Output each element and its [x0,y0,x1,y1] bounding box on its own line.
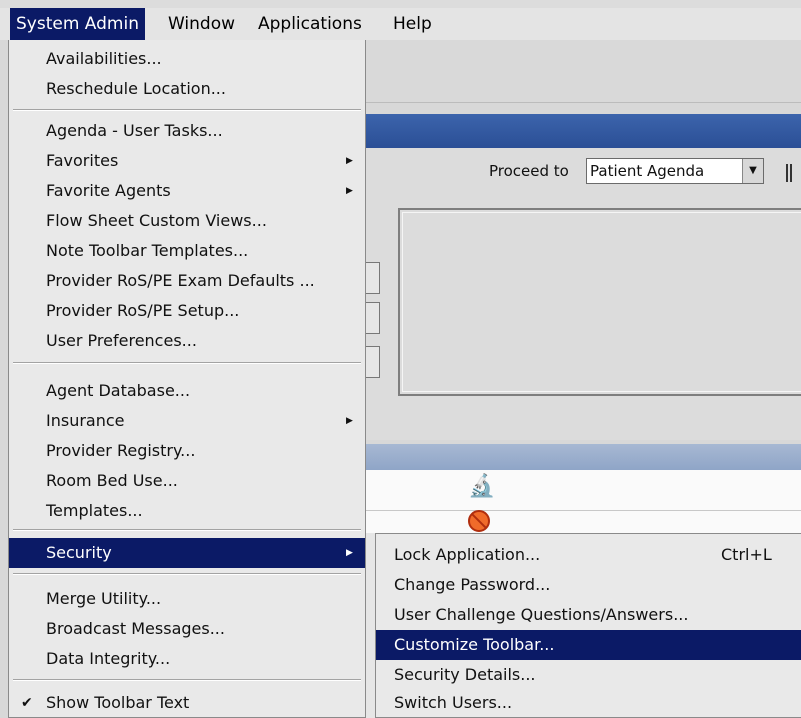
menu-item-label: Templates... [46,501,143,520]
menu-item-templates[interactable]: Templates... [9,496,365,526]
submenu-arrow-icon: ▶ [346,548,353,558]
menu-item-label: Provider RoS/PE Setup... [46,301,240,320]
menu-item-room-bed-use[interactable]: Room Bed Use... [9,466,365,496]
list-row [360,470,801,511]
menu-item-note-toolbar-templates[interactable]: Note Toolbar Templates... [9,236,365,266]
menu-separator [13,679,361,681]
app-toolbar [360,40,801,103]
menu-item-agenda-user-tasks[interactable]: Agenda - User Tasks... [9,116,365,146]
menu-item-label: Data Integrity... [46,649,171,668]
menu-item-label: Agent Database... [46,381,191,400]
menu-item-favorite-agents[interactable]: Favorite Agents ▶ [9,176,365,206]
menu-item-provider-registry[interactable]: Provider Registry... [9,436,365,466]
menu-item-user-preferences[interactable]: User Preferences... [9,326,365,356]
list-header-bar [360,444,801,470]
window-top-strip [0,0,801,8]
menu-item-merge-utility[interactable]: Merge Utility... [9,584,365,614]
microscope-icon[interactable]: 🔬 [468,474,495,499]
menu-item-label: Merge Utility... [46,589,162,608]
submenu-item-label: Lock Application... [394,545,541,564]
menu-item-label: Broadcast Messages... [46,619,225,638]
menu-item-label: Room Bed Use... [46,471,178,490]
submenu-arrow-icon: ▶ [346,416,353,426]
grip-handle-icon[interactable] [786,164,794,182]
menu-item-label: Flow Sheet Custom Views... [46,211,267,230]
panel-title-bar [360,114,801,148]
menu-item-label: Security [46,543,112,562]
submenu-arrow-icon: ▶ [346,186,353,196]
menu-item-label: Provider RoS/PE Exam Defaults ... [46,271,315,290]
menu-item-label: Show Toolbar Text [46,693,190,712]
menu-item-show-toolbar-text[interactable]: ✔ Show Toolbar Text [9,688,365,718]
proceed-to-label: Proceed to [489,162,569,180]
side-button-1[interactable] [366,262,380,294]
menu-applications[interactable]: Applications [252,8,368,40]
submenu-arrow-icon: ▶ [346,156,353,166]
submenu-item-switch-users[interactable]: Switch Users... [376,688,801,718]
menu-item-label: Favorite Agents [46,181,171,200]
menu-item-label: Note Toolbar Templates... [46,241,249,260]
chevron-down-icon[interactable]: ▼ [742,159,763,183]
menu-separator [13,573,361,575]
submenu-item-label: Security Details... [394,665,536,684]
menu-item-availabilities[interactable]: Availabilities... [9,44,365,74]
system-admin-menu: Availabilities... Reschedule Location...… [8,40,366,718]
menu-bar: System Admin Window Applications Help [0,8,801,40]
content-box-inner [402,212,801,392]
menu-item-agent-database[interactable]: Agent Database... [9,376,365,406]
submenu-item-label: Customize Toolbar... [394,635,555,654]
menu-item-label: Favorites [46,151,119,170]
side-button-3[interactable] [366,346,380,378]
checkmark-icon: ✔ [21,695,33,711]
menu-separator [13,362,361,364]
menu-system-admin[interactable]: System Admin [10,8,145,40]
security-submenu: Lock Application... Ctrl+L Change Passwo… [375,533,801,718]
shortcut-label: Ctrl+L [721,545,772,564]
menu-item-broadcast-messages[interactable]: Broadcast Messages... [9,614,365,644]
submenu-item-user-challenge-questions[interactable]: User Challenge Questions/Answers... [376,600,801,630]
menu-item-label: Reschedule Location... [46,79,226,98]
menu-separator [13,529,361,531]
menu-item-security[interactable]: Security ▶ [9,538,365,568]
prohibited-icon[interactable] [468,510,490,532]
menu-item-label: Provider Registry... [46,441,196,460]
submenu-item-change-password[interactable]: Change Password... [376,570,801,600]
proceed-to-value: Patient Agenda [590,162,705,180]
menu-item-data-integrity[interactable]: Data Integrity... [9,644,365,674]
submenu-item-label: User Challenge Questions/Answers... [394,605,689,624]
menu-item-label: User Preferences... [46,331,197,350]
menu-help[interactable]: Help [387,8,438,40]
menu-item-label: Insurance [46,411,125,430]
menu-window[interactable]: Window [162,8,241,40]
menu-item-reschedule-location[interactable]: Reschedule Location... [9,74,365,104]
side-button-2[interactable] [366,302,380,334]
menu-item-provider-ros-pe-exam-defaults[interactable]: Provider RoS/PE Exam Defaults ... [9,266,365,296]
menu-item-label: Agenda - User Tasks... [46,121,223,140]
menu-item-flow-sheet-custom-views[interactable]: Flow Sheet Custom Views... [9,206,365,236]
submenu-item-lock-application[interactable]: Lock Application... Ctrl+L [376,540,801,570]
menu-item-insurance[interactable]: Insurance ▶ [9,406,365,436]
submenu-item-customize-toolbar[interactable]: Customize Toolbar... [376,630,801,660]
submenu-item-label: Change Password... [394,575,551,594]
proceed-to-select[interactable]: Patient Agenda ▼ [586,158,764,184]
menu-item-provider-ros-pe-setup[interactable]: Provider RoS/PE Setup... [9,296,365,326]
menu-item-favorites[interactable]: Favorites ▶ [9,146,365,176]
submenu-item-label: Switch Users... [394,693,513,712]
menu-item-label: Availabilities... [46,49,162,68]
submenu-item-security-details[interactable]: Security Details... [376,660,801,690]
list-row [360,511,801,533]
menu-separator [13,109,361,111]
